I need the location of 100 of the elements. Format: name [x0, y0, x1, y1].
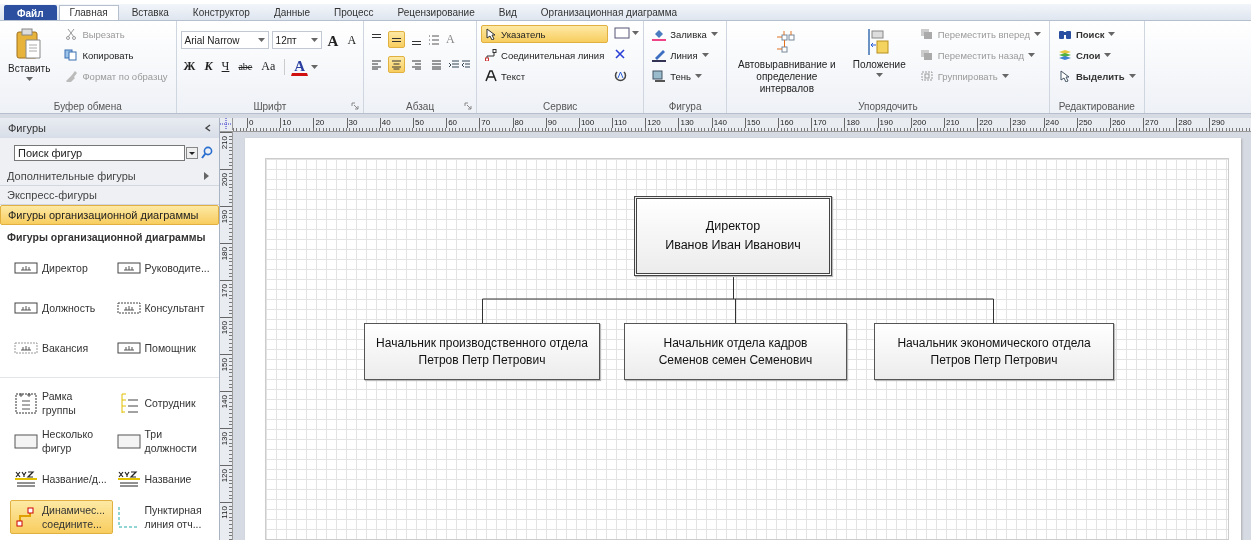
caret-icon [695, 74, 703, 78]
ribbon-tab[interactable]: Вид [487, 5, 528, 20]
editing-button[interactable]: Слои [1053, 46, 1140, 64]
org-chart-node[interactable]: Начальник производственного отдела Петров Петр Петрович [364, 323, 600, 380]
search-field[interactable]: Поиск фигур [14, 144, 185, 161]
stencil-shape[interactable]: Название/д... [10, 462, 113, 496]
stencil-section[interactable]: Фигуры организационной диаграммы [0, 205, 219, 225]
tool-button[interactable]: Соединительная линия [481, 46, 609, 64]
vertical-align-button[interactable] [388, 31, 406, 48]
clipboard-action[interactable]: Копировать [60, 46, 172, 64]
dropdown-icon[interactable] [186, 146, 198, 159]
text-style-button[interactable]: abe [235, 58, 256, 75]
ruler-number: 270 [1143, 118, 1177, 128]
paste-button[interactable]: Вставить [4, 25, 55, 84]
ruler-number: 170 [220, 284, 229, 298]
shape-style-button[interactable]: Линия [648, 46, 722, 64]
close-icon[interactable] [614, 48, 627, 60]
org-chart-node[interactable]: Начальник отдела кадров Семенов семен Семенович [624, 323, 847, 380]
ruler-number: 210 [220, 136, 229, 150]
font-color-button[interactable]: A [291, 57, 309, 76]
stencil-shape[interactable]: Динамичес... соедините... [10, 500, 113, 534]
ruler-number: 130 [220, 432, 229, 446]
layers-icon [919, 49, 934, 61]
ruler-number: 250 [1076, 118, 1110, 128]
shrink-font-button[interactable]: A [344, 31, 360, 49]
list-icon[interactable] [428, 34, 441, 45]
ruler-number: 30 [346, 118, 380, 128]
ruler-number: 160 [220, 321, 229, 335]
ribbon-tab[interactable]: Организационная диаграмма [529, 5, 689, 20]
stencil-shape[interactable]: Должность [10, 291, 113, 325]
font-size-field[interactable]: 12пт [271, 31, 322, 49]
stencil-shape[interactable]: Вакансия [10, 331, 113, 365]
editing-button[interactable]: Выделить [1053, 67, 1140, 85]
ribbon-tab[interactable]: Процесс [323, 5, 385, 20]
align-icon [371, 34, 383, 38]
shape-icon [14, 392, 38, 414]
tool-button[interactable]: Указатель [481, 25, 609, 43]
align-icon [411, 41, 423, 45]
editing-button[interactable]: Поиск [1053, 25, 1140, 43]
node-text: Начальник производственного отдела Петров Петр Петрович [376, 334, 588, 369]
ruler-number: 150 [220, 358, 229, 372]
org-chart-node[interactable]: Начальник экономического отдела Петров Петр Петрович [874, 323, 1114, 380]
align-icon [391, 59, 403, 70]
pointer-icon [1057, 70, 1072, 82]
submenu-arrow-icon [204, 172, 209, 181]
ruler-number: 40 [379, 118, 413, 128]
node-text: Начальник экономического отдела Петров Петр Петрович [897, 334, 1091, 369]
ruler-number: 150 [744, 118, 778, 128]
stencil-shape[interactable]: Название [112, 462, 215, 496]
ribbon-tab[interactable]: Рецензирование [386, 5, 486, 20]
dialog-launcher-icon[interactable] [351, 102, 360, 110]
indent-icon[interactable] [448, 59, 473, 70]
stencil-shape[interactable]: Рамка группы [10, 386, 113, 420]
dialog-launcher-icon[interactable] [464, 102, 473, 110]
stencil-shape[interactable]: Директор [10, 251, 113, 285]
text-style-button[interactable]: Aa [258, 58, 279, 75]
rectangle-icon[interactable] [614, 27, 631, 39]
tool-button[interactable]: Текст [481, 67, 609, 85]
grow-font-button[interactable]: A [324, 31, 342, 49]
stencil-shape[interactable]: Помощник [112, 331, 215, 365]
text-style-button[interactable]: A [443, 31, 458, 48]
stencil-section[interactable]: Экспресс-фигуры [0, 186, 219, 206]
auto-align-button[interactable]: Автовыравнивание и определение интервалов [730, 25, 843, 98]
pen-icon [652, 48, 667, 62]
font-name-field[interactable]: Arial Narrow [180, 31, 269, 49]
align-button[interactable] [388, 56, 406, 73]
ribbon-tab[interactable]: Данные [262, 5, 321, 20]
collapse-icon[interactable] [205, 123, 211, 132]
shape-style-button[interactable]: Тень [648, 67, 722, 85]
caret-icon [1128, 74, 1136, 78]
file-tab[interactable]: Файл [4, 5, 57, 20]
shape-icon [116, 468, 141, 490]
stencil-shape[interactable]: Консультант [112, 291, 215, 325]
ruler-number: 120 [220, 469, 229, 483]
position-button[interactable]: Положение [848, 25, 910, 80]
rotate-icon[interactable] [614, 69, 628, 82]
stencil-shape[interactable]: Сотрудник [112, 386, 215, 420]
binoculars-icon [1057, 28, 1072, 40]
stencil-shape[interactable]: Три должности [112, 424, 215, 458]
ruler-number: 110 [612, 118, 646, 128]
layers-icon [919, 28, 934, 40]
ruler-number: 220 [977, 118, 1011, 128]
caret-icon [311, 64, 319, 69]
stencil-shape[interactable]: Руководите... [112, 251, 215, 285]
node-text: Директор Иванов Иван Иванович [665, 218, 801, 254]
stencil-shape[interactable]: Пунктирная линия отч... [112, 500, 215, 534]
ribbon-tab[interactable]: Вставка [120, 5, 180, 20]
text-style-button[interactable]: Ж [180, 58, 199, 75]
org-chart-node[interactable]: Директор Иванов Иван Иванович [634, 196, 832, 276]
ribbon-tab[interactable]: Главная [58, 5, 119, 20]
node-text: Начальник отдела кадров Семенов семен Семенович [658, 334, 813, 369]
stencil-shape[interactable]: Несколько фигур [10, 424, 113, 458]
text-style-button[interactable]: К [201, 58, 216, 75]
shape-style-button[interactable]: Заливка [648, 25, 722, 43]
ribbon-tab[interactable]: Конструктор [181, 5, 261, 20]
text-style-button[interactable]: Ч [218, 58, 233, 75]
search-icon[interactable] [201, 146, 213, 160]
caret-icon [257, 38, 265, 42]
group-title: Буфер обмена [52, 99, 123, 113]
ruler-number: 180 [220, 247, 229, 261]
